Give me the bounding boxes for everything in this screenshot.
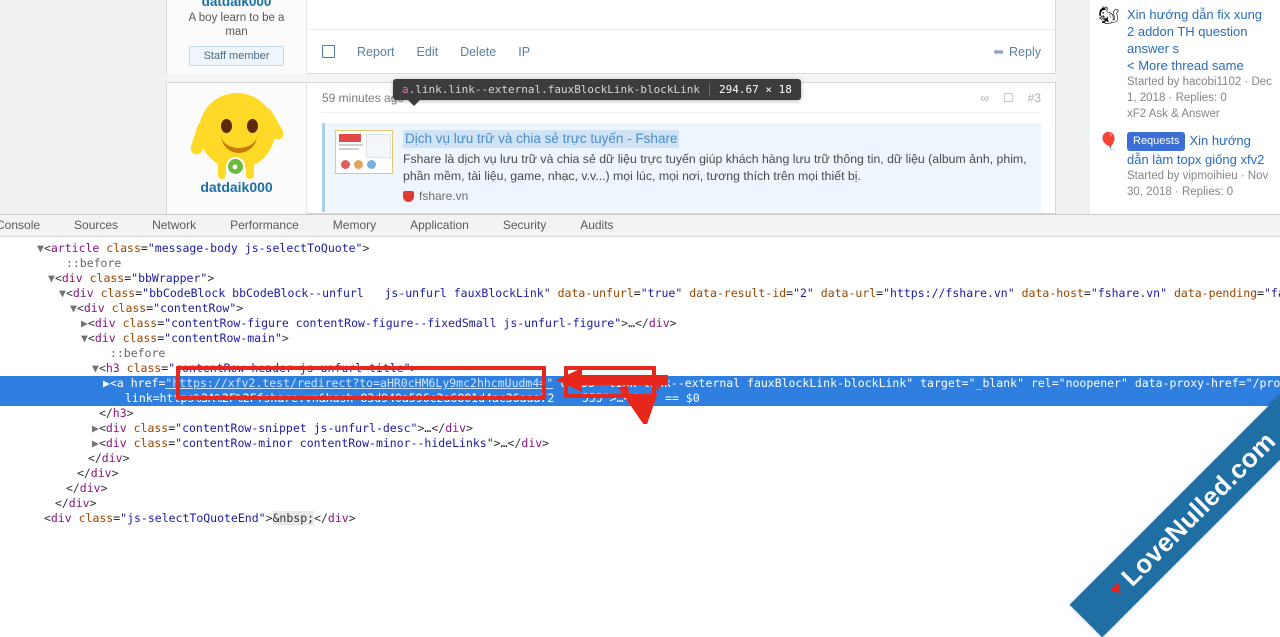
post-author-name-2[interactable]: datdaik000	[167, 179, 306, 195]
tooltip-dimensions: 294.67 × 18	[719, 83, 792, 96]
devtools-tab-audits[interactable]: Audits	[563, 215, 630, 236]
thread-avatar: 🐿	[1098, 6, 1120, 28]
thumbnail-banner	[339, 134, 361, 142]
dom-tree-line[interactable]: ▶<div class="contentRow-minor contentRow…	[0, 436, 1280, 451]
unfurl-title-link[interactable]: Dịch vụ lưu trữ và chia sẻ trực tuyến - …	[403, 130, 679, 148]
annotation-arrow-icon	[548, 364, 678, 424]
thumbnail-line-2	[339, 148, 359, 150]
delete-action[interactable]: Delete	[460, 45, 496, 59]
sidebar-latest-threads: 🐿 Xin hướng dẫn fix xung 2 addon TH ques…	[1090, 0, 1280, 214]
unfurl-card[interactable]: Dịch vụ lưu trữ và chia sẻ trực tuyến - …	[322, 123, 1041, 212]
dom-tree-line[interactable]: ▼::before	[0, 256, 1280, 271]
more-threads-link[interactable]: < More thread same	[1127, 57, 1272, 74]
post-actions-bar: Report Edit Delete IP ➦ Reply	[308, 29, 1055, 73]
unfurl-host-label: fshare.vn	[419, 189, 468, 203]
avatar-eye-right	[247, 119, 258, 133]
list-item[interactable]: 🎈 RequestsXin hướng dẫn làm topx giống x…	[1098, 130, 1272, 208]
thread-meta-2: Started by vipmoihieu · Nov 30, 2018 · R…	[1127, 168, 1272, 200]
post-number[interactable]: #3	[1028, 91, 1041, 105]
dom-tree-line[interactable]: ▼<div class="bbWrapper">	[0, 271, 1280, 286]
staff-member-badge: Staff member	[189, 46, 285, 66]
post-user-column: datdaik000 A boy learn to be a man Staff…	[167, 0, 307, 74]
bookmark-icon[interactable]: ☐	[1003, 91, 1014, 105]
browser-viewport: datdaik000 A boy learn to be a man Staff…	[0, 0, 1280, 214]
avatar-eye-left	[221, 119, 232, 133]
devtools-tab-network[interactable]: Network	[135, 215, 213, 236]
fshare-favicon-icon	[403, 191, 414, 202]
devtools-tab-memory[interactable]: Memory	[316, 215, 393, 236]
dom-tree-line[interactable]: ▼</div>	[0, 496, 1280, 511]
dom-tree-line[interactable]: ▼<div class="bbCodeBlock bbCodeBlock--un…	[0, 286, 1280, 301]
post-author-name[interactable]: datdaik000	[167, 0, 306, 9]
dom-tree-line[interactable]: ▼<div class="contentRow-main">	[0, 331, 1280, 346]
thread-title[interactable]: Xin hướng dẫn fix xung 2 addon TH questi…	[1127, 6, 1272, 57]
thread-forum[interactable]: xF2 Ask & Answer	[1127, 106, 1272, 122]
unfurl-description: Fshare là dịch vụ lưu trữ và chia sẻ dữ …	[403, 151, 1031, 185]
thread-meta: Started by hacobi1102 · Dec 1, 2018 · Re…	[1127, 74, 1272, 106]
unfurl-thumbnail	[335, 130, 393, 174]
share-icon[interactable]: ∞	[980, 91, 989, 105]
dom-tree-line[interactable]: ▼<div class="contentRow">	[0, 301, 1280, 316]
element-inspector-tooltip: a.link.link--external.fauxBlockLink-bloc…	[393, 79, 801, 100]
requests-badge: Requests	[1127, 132, 1185, 151]
reply-arrow-icon: ➦	[993, 44, 1004, 60]
reply-button[interactable]: ➦ Reply	[993, 44, 1041, 60]
red-balloon-avatar-icon: 🎈	[1098, 132, 1119, 151]
select-post-checkbox[interactable]	[322, 45, 335, 58]
unfurl-host: fshare.vn	[403, 189, 1031, 203]
thread-avatar: 🎈	[1098, 132, 1120, 154]
dom-tree-line[interactable]: ▼<div class="js-selectToQuoteEnd">&nbsp;…	[0, 511, 1280, 526]
devtools-tab-sources[interactable]: Sources	[57, 215, 135, 236]
dom-tree-line[interactable]: ▼<article class="message-body js-selectT…	[0, 241, 1280, 256]
tooltip-tag-name: a	[402, 83, 409, 96]
ip-action[interactable]: IP	[518, 45, 530, 59]
dom-tree-line[interactable]: ▼</div>	[0, 451, 1280, 466]
dom-tree-line[interactable]: ▼</div>	[0, 481, 1280, 496]
page-left-gutter	[0, 0, 166, 214]
edit-action[interactable]: Edit	[417, 45, 439, 59]
devtools-tabbar: ConsoleSourcesNetworkPerformanceMemoryAp…	[0, 215, 1280, 237]
page-right-gutter	[1056, 0, 1090, 214]
post-meta-divider	[322, 112, 1041, 113]
dom-tree-line[interactable]: ▶<div class="contentRow-figure contentRo…	[0, 316, 1280, 331]
report-action[interactable]: Report	[357, 45, 395, 59]
post-user-column-2: ● datdaik000	[167, 83, 307, 214]
post-message-above: datdaik000 A boy learn to be a man Staff…	[166, 0, 1056, 74]
devtools-tab-performance[interactable]: Performance	[213, 215, 316, 236]
dom-tree-line[interactable]: ▼</div>	[0, 466, 1280, 481]
dom-tree-line[interactable]: ▼::before	[0, 346, 1280, 361]
post-timestamp[interactable]: 59 minutes ago	[322, 91, 404, 105]
post-author-title: A boy learn to be a man	[167, 11, 306, 39]
reply-button-label: Reply	[1009, 45, 1041, 59]
thumbnail-panel	[366, 134, 391, 158]
thread-title-2[interactable]: RequestsXin hướng dẫn làm topx giống xfv…	[1127, 132, 1272, 168]
squirrel-avatar-icon: 🐿	[1098, 6, 1120, 25]
online-user-icon: ●	[226, 157, 245, 176]
thumbnail-line-1	[339, 144, 363, 146]
tooltip-divider	[709, 83, 710, 96]
devtools-tab-console[interactable]: Console	[0, 215, 57, 236]
screen: datdaik000 A boy learn to be a man Staff…	[0, 0, 1280, 528]
devtools-tab-security[interactable]: Security	[486, 215, 563, 236]
tooltip-class-names: .link.link--external.fauxBlockLink-block…	[409, 83, 700, 96]
annotation-box-href	[176, 366, 546, 400]
devtools-tab-application[interactable]: Application	[393, 215, 486, 236]
thumbnail-people	[341, 160, 376, 169]
list-item[interactable]: 🐿 Xin hướng dẫn fix xung 2 addon TH ques…	[1098, 4, 1272, 130]
avatar-mouth	[221, 133, 257, 153]
avatar[interactable]: ●	[196, 91, 278, 173]
post-message-current: ● datdaik000 59 minutes ago ∞ ☐ #3	[166, 82, 1056, 214]
